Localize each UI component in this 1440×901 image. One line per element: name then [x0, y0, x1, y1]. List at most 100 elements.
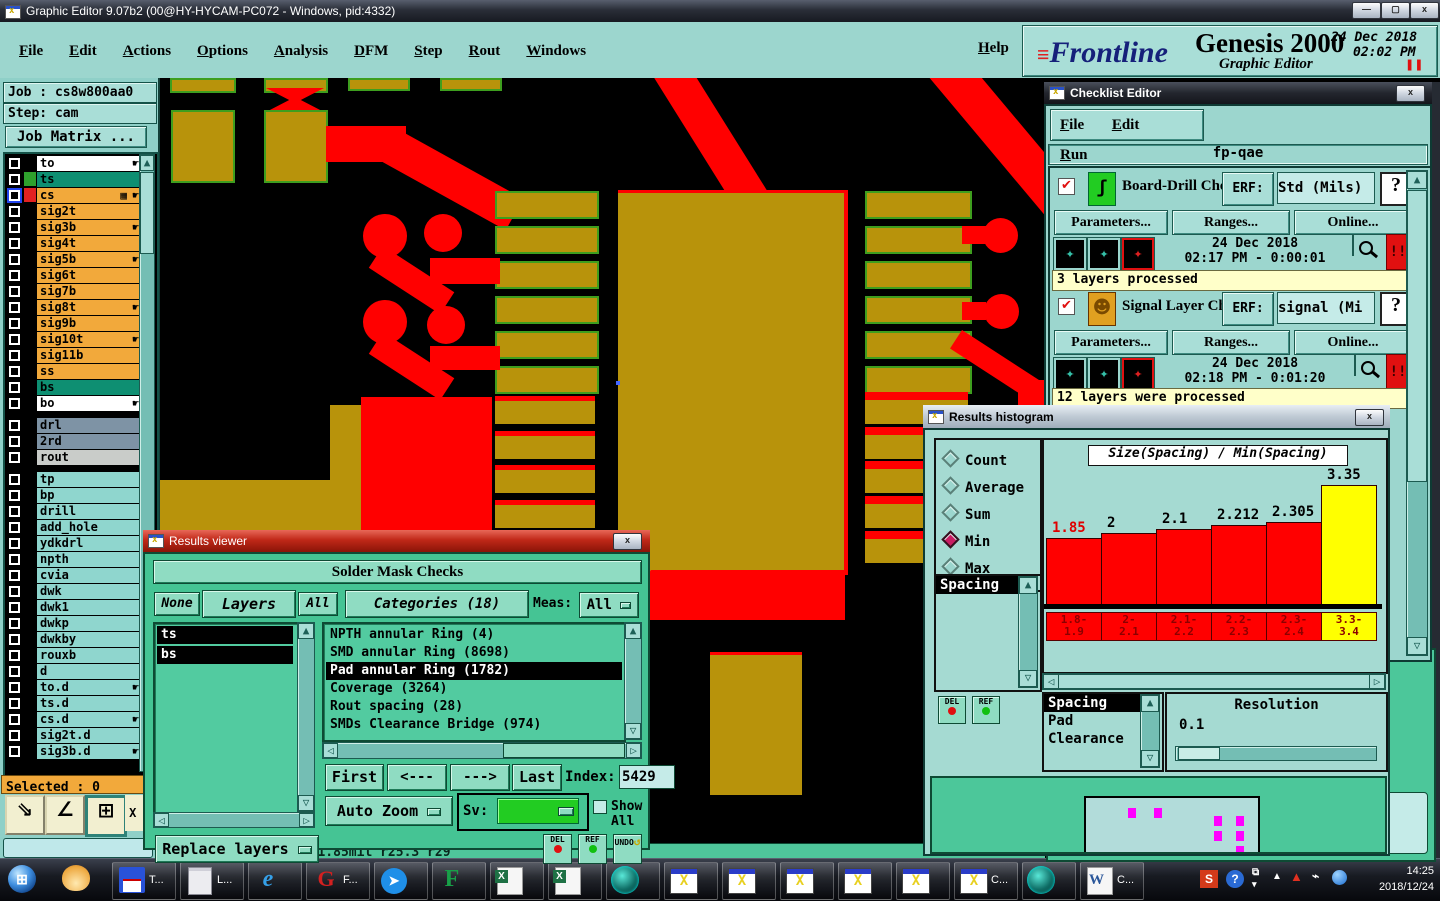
layer-row-npth[interactable]: npth: [6, 551, 141, 567]
tray-help-icon[interactable]: ?: [1226, 870, 1244, 888]
stat-option-average[interactable]: Average: [941, 473, 1040, 500]
layer-row-sig2t.d[interactable]: sig2t.d: [6, 727, 141, 743]
stat-option-sum[interactable]: Sum: [941, 500, 1040, 527]
tray-sphere-icon[interactable]: [1332, 870, 1347, 885]
layer-checkbox[interactable]: [6, 450, 22, 464]
layer-row-rouxb[interactable]: rouxb: [6, 647, 141, 663]
layer-row-rout[interactable]: rout: [6, 449, 141, 465]
prev-button[interactable]: <---: [387, 764, 447, 791]
layer-name[interactable]: npth: [37, 551, 141, 567]
layer-name[interactable]: ydkdrl: [37, 535, 141, 551]
layer-checkbox[interactable]: [6, 712, 22, 726]
f-mail-icon[interactable]: F: [432, 862, 486, 900]
layer-row-ts[interactable]: ts: [6, 171, 141, 187]
layer-row-dwkp[interactable]: dwkp: [6, 615, 141, 631]
stat-option-count[interactable]: Count: [941, 446, 1040, 473]
layer-row-ts.d[interactable]: ts.d: [6, 695, 141, 711]
layer-checkbox[interactable]: [6, 536, 22, 550]
layer-row-bp[interactable]: bp: [6, 487, 141, 503]
minimize-button[interactable]: —: [1352, 2, 1381, 19]
erf-button[interactable]: ERF:: [1222, 292, 1274, 326]
layer-row-to.d[interactable]: to.d ☛: [6, 679, 141, 695]
layer-name[interactable]: rouxb: [37, 647, 141, 663]
parameters-button[interactable]: Parameters...: [1054, 330, 1168, 355]
erf-button[interactable]: ERF:: [1222, 172, 1274, 206]
layer-row-dwk[interactable]: dwk: [6, 583, 141, 599]
layer-checkbox[interactable]: [6, 364, 22, 378]
genesis-window-icon-3[interactable]: [780, 862, 834, 900]
layer-name[interactable]: add_hole: [37, 519, 141, 535]
menu-file[interactable]: File: [19, 43, 43, 60]
ref-button[interactable]: REF: [972, 696, 1000, 724]
layer-checkbox[interactable]: [6, 488, 22, 502]
layer-row-sig3b[interactable]: sig3b ☛: [6, 219, 141, 235]
layer-name[interactable]: cs ☛ ▦: [37, 187, 141, 203]
layer-checkbox[interactable]: [6, 632, 22, 646]
layer-row-2rd[interactable]: 2rd: [6, 433, 141, 449]
run-check-icon[interactable]: ✦: [1054, 238, 1086, 270]
layer-row-dwk1[interactable]: dwk1: [6, 599, 141, 615]
layer-row-ss[interactable]: ss: [6, 363, 141, 379]
layer-name[interactable]: ss: [37, 363, 141, 379]
layer-checkbox[interactable]: [6, 434, 22, 448]
job-field[interactable]: Job : cs8w800aa0: [3, 82, 157, 103]
menu-help[interactable]: Help: [978, 40, 1009, 57]
layer-row-sig5b[interactable]: sig5b ☛: [6, 251, 141, 267]
filter-all-button[interactable]: All: [298, 592, 338, 616]
layer-name[interactable]: sig10t ☛: [37, 331, 141, 347]
checklist-menu-edit[interactable]: Edit: [1112, 110, 1140, 140]
layer-name[interactable]: rout: [37, 449, 141, 465]
layer-checkbox[interactable]: [6, 156, 22, 170]
layer-checkbox[interactable]: [6, 172, 22, 186]
category-item[interactable]: SMDs Clearance Bridge (974): [326, 716, 622, 734]
layer-checkbox[interactable]: [6, 332, 22, 346]
category-item[interactable]: NPTH annular Ring (4): [326, 626, 622, 644]
layer-checkbox[interactable]: [6, 680, 22, 694]
tray-graphics-icon[interactable]: ▲: [1290, 869, 1303, 884]
notes-app-icon[interactable]: T...: [112, 862, 176, 900]
check-checkbox[interactable]: ✔: [1058, 298, 1075, 315]
layer-row-sig3b.d[interactable]: sig3b.d ☛: [6, 743, 141, 759]
excel-doc-icon-2[interactable]: [548, 862, 602, 900]
chart-hscrollbar[interactable]: ◁ ▷: [1042, 673, 1386, 690]
layer-name[interactable]: sig3b ☛: [37, 219, 141, 235]
category-item[interactable]: Rout spacing (28): [326, 698, 622, 716]
internet-explorer-icon[interactable]: e: [248, 862, 302, 900]
layer-name[interactable]: tp: [37, 471, 141, 487]
layer-checkbox[interactable]: [6, 418, 22, 432]
category-item[interactable]: Coverage (3264): [326, 680, 622, 698]
menu-options[interactable]: Options: [197, 43, 248, 60]
layer-name[interactable]: sig6t: [37, 267, 141, 283]
menu-edit[interactable]: Edit: [69, 43, 97, 60]
layer-row-drl[interactable]: drl: [6, 417, 141, 433]
layer-name[interactable]: bo ☛: [37, 395, 141, 411]
clock[interactable]: 14:25 2018/12/24: [1379, 863, 1434, 895]
viewer-del-button[interactable]: DEL: [543, 834, 572, 864]
show-all-checkbox[interactable]: [593, 800, 607, 814]
checklist-title-bar[interactable]: Checklist Editor x: [1044, 82, 1432, 104]
measure-option-pad[interactable]: Pad: [1044, 712, 1146, 730]
menu-step[interactable]: Step: [414, 43, 442, 60]
layer-name[interactable]: sig8t ☛: [37, 299, 141, 315]
layer-row-tp[interactable]: tp: [6, 471, 141, 487]
restore-button[interactable]: ▢: [1381, 2, 1410, 19]
checklist-close-icon[interactable]: x: [1396, 85, 1425, 102]
auto-zoom-dropdown[interactable]: Auto Zoom: [325, 796, 453, 826]
meas-dropdown[interactable]: All: [579, 592, 639, 618]
measure-option-spacing[interactable]: Spacing: [1044, 694, 1146, 712]
viewer-layer-ts[interactable]: ts: [157, 626, 293, 644]
step-field[interactable]: Step: cam: [3, 103, 157, 124]
excel-doc-icon-1[interactable]: [490, 862, 544, 900]
filter-none-button[interactable]: None: [154, 592, 200, 616]
layer-name[interactable]: dwkby: [37, 631, 141, 647]
first-button[interactable]: First: [325, 764, 384, 791]
layer-checkbox[interactable]: [6, 252, 22, 266]
category-item[interactable]: SMD annular Ring (8698): [326, 644, 622, 662]
ranges-button[interactable]: Ranges...: [1172, 330, 1290, 355]
layer-checkbox[interactable]: [6, 584, 22, 598]
histogram-title-bar[interactable]: Results histogram x: [923, 405, 1390, 428]
erf-value-field[interactable]: signal (Mi: [1277, 292, 1375, 324]
layer-row-sig4t[interactable]: sig4t: [6, 235, 141, 251]
layer-checkbox[interactable]: [6, 300, 22, 314]
measure-item-spacing[interactable]: Spacing: [936, 576, 1020, 594]
